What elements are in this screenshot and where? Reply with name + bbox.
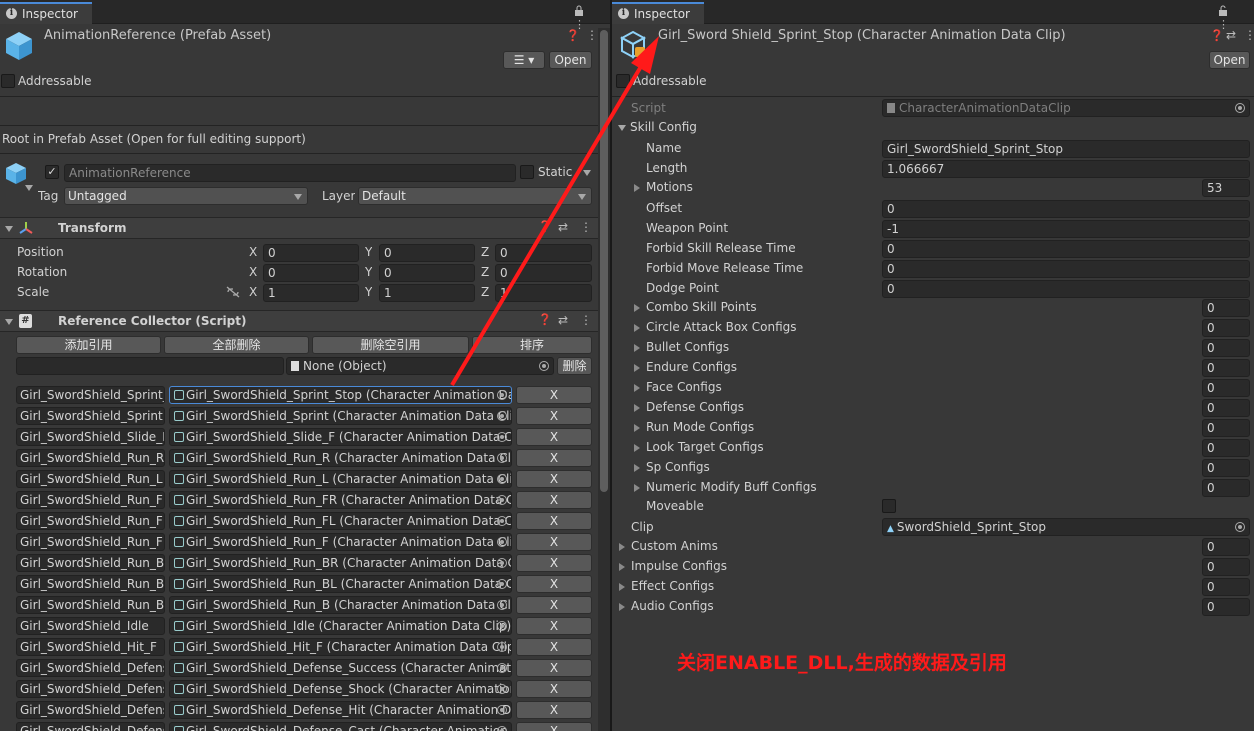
arrow-head [631,36,659,74]
annotation-text: 关闭ENABLE_DLL,生成的数据及引用 [677,652,1007,674]
red-arrow-annotation [450,36,659,387]
arrow-line [450,56,648,387]
